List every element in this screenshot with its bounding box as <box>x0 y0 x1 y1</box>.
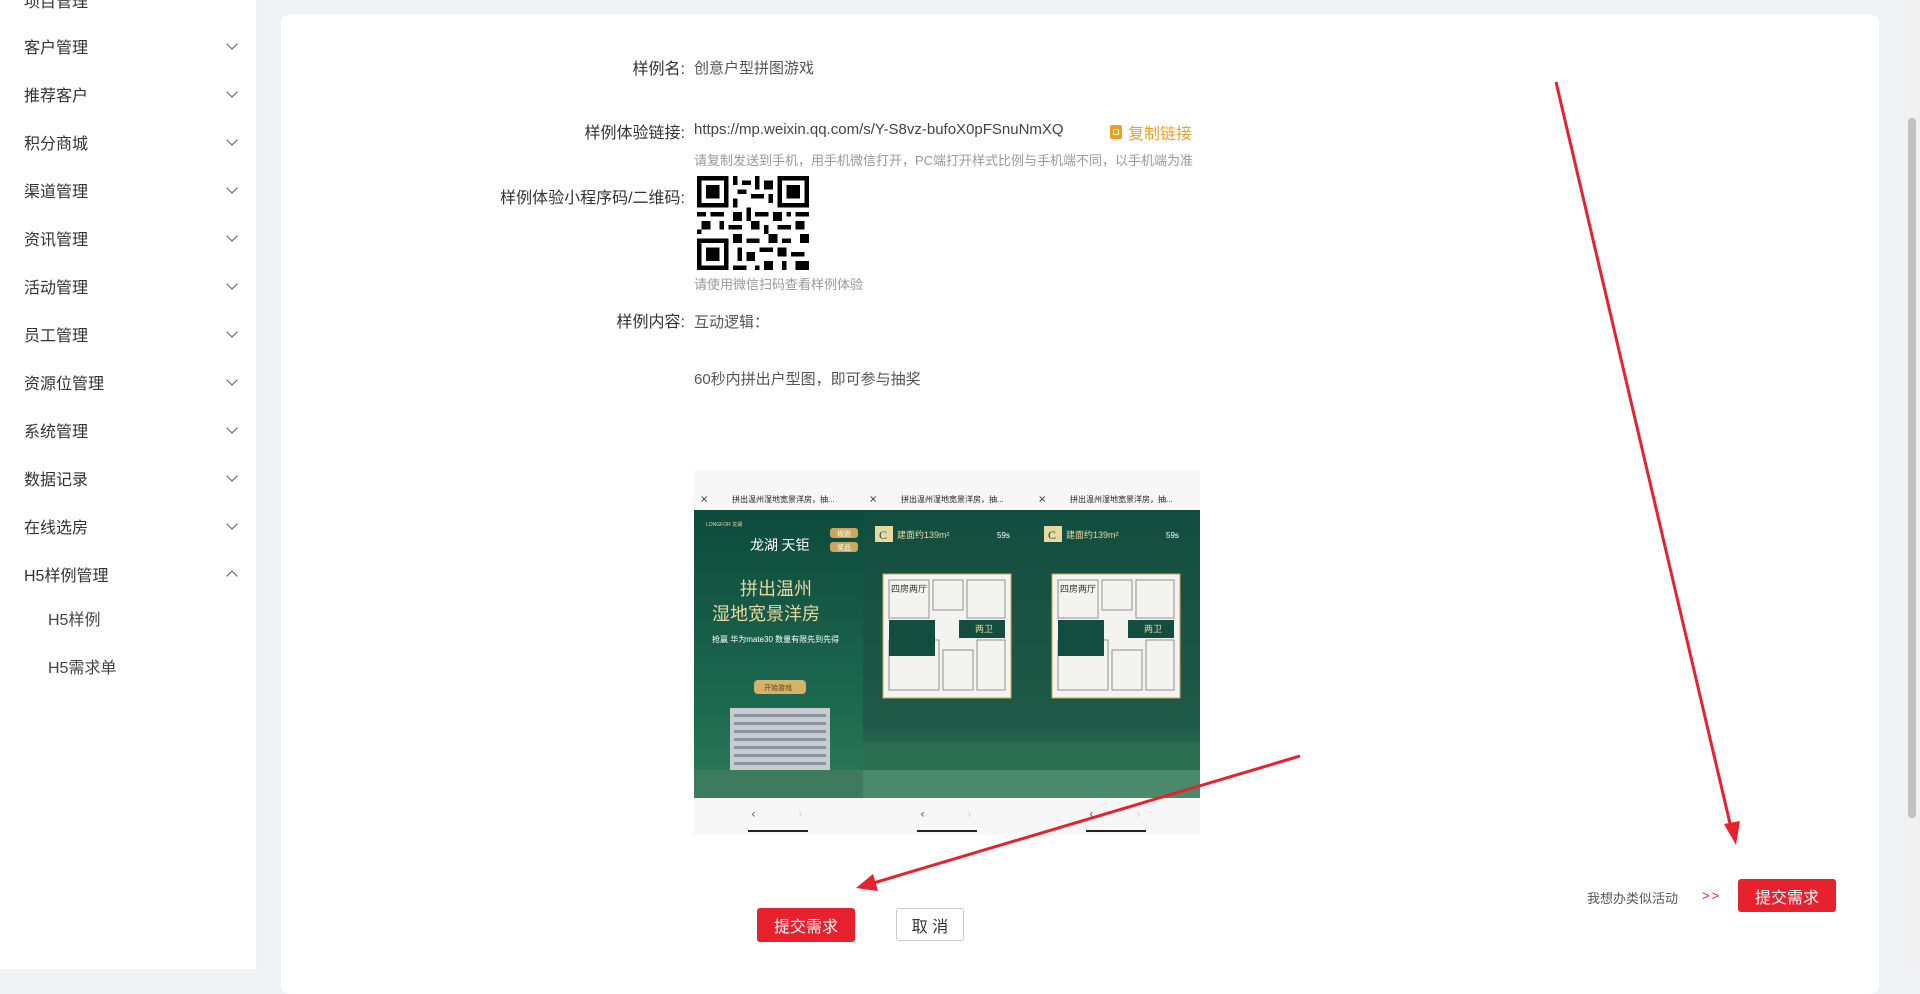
sidebar-item-label: H5样例管理 <box>24 568 109 585</box>
svg-text:开始游戏: 开始游戏 <box>764 683 792 692</box>
chevron-down-icon <box>226 86 238 98</box>
chevron-down-icon <box>226 38 238 50</box>
sidebar-subitem-h5-sample[interactable]: H5样例 <box>0 598 256 638</box>
sidebar-item-news[interactable]: 资讯管理 <box>0 218 256 258</box>
sidebar-item-label: 渠道管理 <box>24 184 89 201</box>
svg-text:×: × <box>869 494 877 505</box>
qr-code-image <box>697 176 809 270</box>
svg-text:59s: 59s <box>997 531 1010 540</box>
chevron-down-icon <box>226 278 238 290</box>
svg-text:›: › <box>967 807 972 821</box>
svg-text:LONGFOR 龙湖: LONGFOR 龙湖 <box>706 521 742 528</box>
content-line-2: 60秒内拼出户型图，即可参与抽奖 <box>694 371 921 388</box>
link-hint: 请复制发送到手机，用手机微信打开，PC端打开样式比例与手机端不同，以手机端为准 <box>694 153 1194 168</box>
sidebar-item-label: 客户管理 <box>24 40 89 57</box>
sidebar-item-project[interactable]: 项目管理 <box>0 0 256 20</box>
phone-frame-1: 拼出温州湿地宽景洋房，抽... × LONGFOR 龙湖 规则 奖品 龙湖 天钜… <box>694 470 863 835</box>
sidebar-item-h5-sample-mgmt[interactable]: H5样例管理 <box>0 554 256 594</box>
chevron-down-icon <box>226 422 238 434</box>
svg-text:两卫: 两卫 <box>975 624 993 634</box>
phone-frame-3: 拼出温州湿地宽景洋房，抽... × C 建面约139m² 59s 四房两厅 两卫… <box>1032 470 1200 835</box>
chevron-up-icon <box>226 570 238 582</box>
scrollbar[interactable] <box>1904 0 1920 969</box>
submit-request-button[interactable]: 提交需求 <box>757 908 855 942</box>
svg-text:×: × <box>700 494 708 505</box>
sample-name-label: 样例名: <box>632 61 685 78</box>
sidebar-item-label: 数据记录 <box>24 472 89 489</box>
svg-text:C: C <box>879 528 887 542</box>
copy-link-label: 复制链接 <box>1128 126 1193 143</box>
svg-text:×: × <box>1038 494 1046 505</box>
chevron-down-icon <box>226 182 238 194</box>
sidebar-item-customer[interactable]: 客户管理 <box>0 26 256 66</box>
sidebar-item-label: 资讯管理 <box>24 232 89 249</box>
sidebar-item-label: 推荐客户 <box>24 88 89 105</box>
chevron-down-icon <box>226 470 238 482</box>
svg-text:规则: 规则 <box>837 529 851 538</box>
sidebar-item-staff[interactable]: 员工管理 <box>0 314 256 354</box>
svg-text:两卫: 两卫 <box>1144 624 1162 634</box>
sidebar-item-label: 系统管理 <box>24 424 89 441</box>
content-line-1: 互动逻辑： <box>694 314 770 331</box>
cancel-button[interactable]: 取 消 <box>896 908 964 941</box>
sidebar-item-activity[interactable]: 活动管理 <box>0 266 256 306</box>
copy-link-button[interactable]: 复制链接 <box>1110 120 1192 144</box>
chevron-down-icon <box>226 374 238 386</box>
sample-preview-image: 拼出温州湿地宽景洋房，抽... × LONGFOR 龙湖 规则 奖品 龙湖 天钜… <box>694 470 1200 835</box>
sidebar-item-label: 项目管理 <box>24 0 89 11</box>
svg-text:拼出温州湿地宽景洋房，抽...: 拼出温州湿地宽景洋房，抽... <box>901 494 1004 504</box>
svg-text:建面约139m²: 建面约139m² <box>1066 529 1119 540</box>
sidebar-item-points-mall[interactable]: 积分商城 <box>0 122 256 162</box>
sample-link-value[interactable]: https://mp.weixin.qq.com/s/Y-S8vz-bufoX0… <box>694 121 1064 138</box>
sidebar-subitem-label: H5需求单 <box>48 660 117 677</box>
sidebar-item-label: 活动管理 <box>24 280 89 297</box>
sidebar-subitem-h5-request[interactable]: H5需求单 <box>0 646 256 686</box>
chevron-down-icon <box>226 518 238 530</box>
chevron-down-icon <box>226 134 238 146</box>
svg-text:四房两厅: 四房两厅 <box>891 583 927 594</box>
svg-text:‹: ‹ <box>1089 807 1094 821</box>
sidebar-item-system[interactable]: 系统管理 <box>0 410 256 450</box>
sidebar-item-label: 在线选房 <box>24 520 89 537</box>
svg-text:C: C <box>1048 528 1056 542</box>
phone-frame-2: 拼出温州湿地宽景洋房，抽... × C 建面约139m² 59s 四房两厅 两卫… <box>863 470 1032 835</box>
sidebar-subitem-label: H5样例 <box>48 612 101 629</box>
svg-text:‹: ‹ <box>751 807 756 821</box>
submit-request-right-button[interactable]: 提交需求 <box>1738 879 1836 912</box>
sample-content-label: 样例内容: <box>616 314 685 331</box>
svg-text:奖品: 奖品 <box>837 543 851 552</box>
sample-name-value: 创意户型拼图游戏 <box>694 60 815 77</box>
svg-text:湿地宽景洋房: 湿地宽景洋房 <box>712 604 820 624</box>
sidebar-item-data-records[interactable]: 数据记录 <box>0 458 256 498</box>
sidebar-item-label: 积分商城 <box>24 136 89 153</box>
sidebar-item-label: 资源位管理 <box>24 376 105 393</box>
copy-icon <box>1110 125 1122 139</box>
svg-text:›: › <box>1136 807 1141 821</box>
sidebar-item-referral[interactable]: 推荐客户 <box>0 74 256 114</box>
similar-arrows-text: >> <box>1702 888 1722 903</box>
svg-text:建面约139m²: 建面约139m² <box>897 529 950 540</box>
similar-activity-text: 我想办类似活动 <box>1587 891 1679 906</box>
svg-text:拼出温州: 拼出温州 <box>740 579 812 599</box>
sidebar-item-channel[interactable]: 渠道管理 <box>0 170 256 210</box>
svg-text:四房两厅: 四房两厅 <box>1060 583 1096 594</box>
sidebar: 项目管理 客户管理 推荐客户 积分商城 渠道管理 资讯管理 活动管理 员工管理 … <box>0 0 257 969</box>
qr-label: 样例体验小程序码/二维码: <box>500 190 685 207</box>
sidebar-item-label: 员工管理 <box>24 328 89 345</box>
sample-link-label: 样例体验链接: <box>584 125 685 142</box>
scrollbar-thumb[interactable] <box>1908 118 1916 818</box>
sidebar-item-resource[interactable]: 资源位管理 <box>0 362 256 402</box>
svg-text:拼出温州湿地宽景洋房，抽...: 拼出温州湿地宽景洋房，抽... <box>1070 494 1173 504</box>
svg-text:›: › <box>798 807 803 821</box>
svg-text:抢赢 华为mate30 数量有限先到先得: 抢赢 华为mate30 数量有限先到先得 <box>712 634 839 644</box>
qr-hint: 请使用微信扫码查看样例体验 <box>694 277 864 292</box>
sidebar-item-online-housing[interactable]: 在线选房 <box>0 506 256 546</box>
svg-text:‹: ‹ <box>920 807 925 821</box>
svg-text:59s: 59s <box>1166 531 1179 540</box>
chevron-down-icon <box>226 230 238 242</box>
topbar-title: 拼出温州湿地宽景洋房，抽... <box>732 494 835 504</box>
svg-text:龙湖 天钜: 龙湖 天钜 <box>750 538 810 554</box>
chevron-down-icon <box>226 326 238 338</box>
